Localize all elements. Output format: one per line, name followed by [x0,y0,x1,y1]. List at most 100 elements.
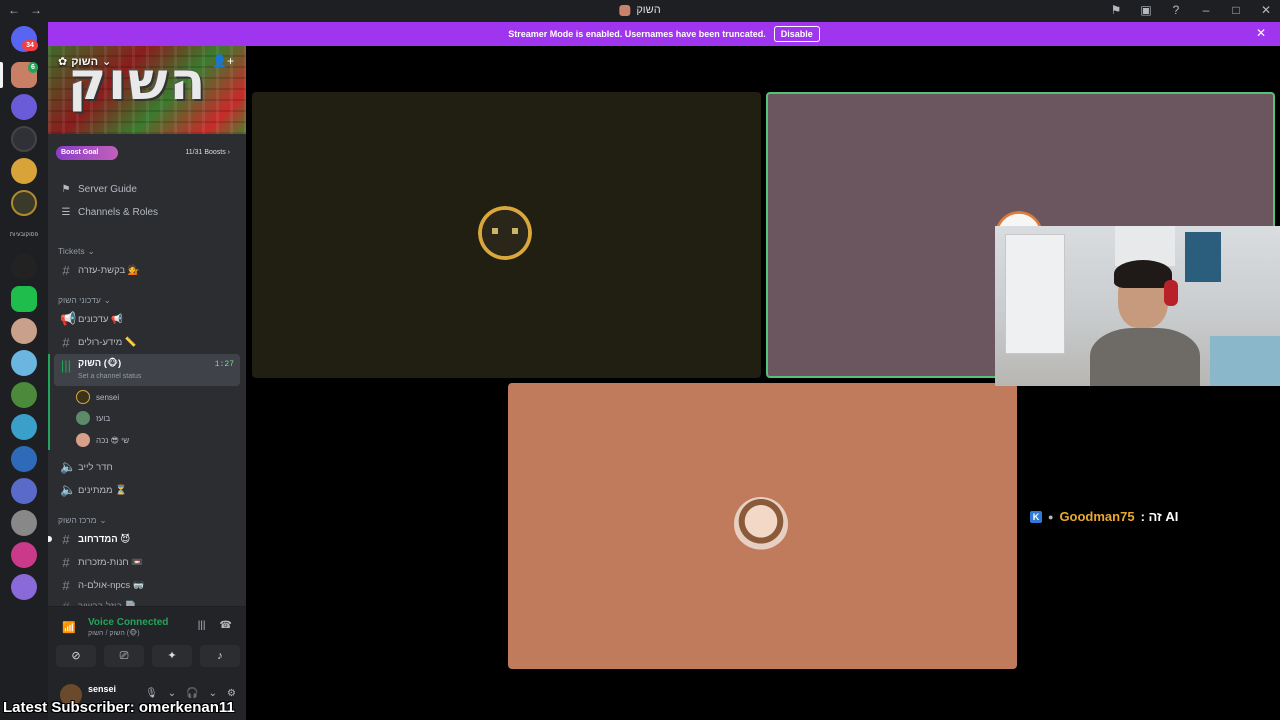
banner-close-icon[interactable]: ✕ [1256,26,1266,40]
streamer-mode-banner: Streamer Mode is enabled. Usernames have… [48,22,1280,46]
category-tickets[interactable]: Tickets ⌄ [58,246,95,257]
unread-indicator [48,536,52,542]
server-icon[interactable] [11,478,37,504]
boost-count: 11/31 Boosts › [185,149,230,156]
avatar [734,497,788,551]
soundboard-icon[interactable]: ♪ [200,645,240,667]
server-icon[interactable] [11,574,37,600]
minimize-icon[interactable]: – [1198,3,1214,17]
category-center[interactable]: מרכז השוק ⌄ [58,515,107,526]
server-icon[interactable] [11,126,37,152]
invite-icon[interactable]: 👤+ [212,54,234,68]
headphones-icon[interactable]: 🎧 [186,688,198,699]
signal-icon[interactable]: 📶 [62,621,76,634]
server-icon[interactable] [11,510,37,536]
category-updates[interactable]: עדכוני השוק ⌄ [58,295,111,306]
banner-message: Streamer Mode is enabled. Usernames have… [508,29,766,39]
voice-user-name: שי 😎 נכה [96,435,130,445]
server-banner[interactable]: השוק ✿ השוק ⌄ 👤+ [48,46,246,134]
window-title-text: השוק [636,4,661,16]
voice-actions: ⊘ ⎚ ✦ ♪ [56,645,240,667]
voice-connected-title[interactable]: Voice Connected [88,617,168,628]
server-icon[interactable] [11,542,37,568]
server-icon[interactable] [11,190,37,216]
boost-goal[interactable]: Boost Goal 11/31 Boosts › [56,146,238,160]
back-arrow-icon[interactable]: ← [8,3,20,17]
username[interactable]: sensei [88,684,116,694]
noise-suppression-icon[interactable]: ||| [198,620,206,631]
voice-user[interactable]: שי 😎 נכה [76,431,129,449]
voice-user[interactable]: בועז [76,409,110,427]
server-icon[interactable] [11,350,37,376]
server-icon[interactable] [11,158,37,184]
chevron-down-icon[interactable]: ⌄ [168,688,176,699]
avatar [478,206,532,260]
server-icon[interactable] [11,94,37,120]
voice-connection-panel: 📶 Voice Connected השוק / השוק (🐵) ||| ☎ … [48,606,246,678]
signpost-icon: ⚑ [61,183,71,195]
channel-live[interactable]: 🔈 חדר לייב [54,457,240,477]
channel-label: בקשת-עזרה 💁 [78,264,140,276]
server-icon[interactable] [11,414,37,440]
voice-tile-user[interactable] [252,92,761,378]
hash-icon: # [62,334,70,350]
window-controls: ⚑ ▣ ? – □ ✕ [1108,3,1274,17]
megaphone-icon: 📢 [60,311,77,326]
server-icon[interactable] [11,318,37,344]
boost-count-text: 11/31 Boosts [185,149,226,156]
channel-waiting[interactable]: 🔈 ממתינים ⏳ [54,480,240,500]
chat-message: : זה AI [1140,509,1179,524]
platform-icon: K [1030,510,1042,523]
voice-channel-active[interactable]: ||| השוק (🐵) 1:27 Set a channel status [54,354,240,386]
channel-roles[interactable]: # מידע-רולים 📏 [54,332,240,352]
server-icon[interactable] [11,254,37,280]
chevron-down-icon: ⌄ [87,246,95,256]
microphone-icon[interactable]: 🎙 [145,688,158,699]
screen-share-icon[interactable]: ⎚ [104,645,144,667]
chevron-down-icon[interactable]: ⌄ [209,688,217,699]
streamer-body [1090,328,1200,386]
inbox-icon[interactable]: ▣ [1138,3,1154,17]
channel-label: השוק (🐵) [78,358,122,369]
disconnect-icon[interactable]: ☎ [220,620,232,631]
latest-subscriber-overlay: Latest Subscriber: omerkenan11 [3,699,235,716]
server-icon[interactable] [11,286,37,312]
channel-status[interactable]: Set a channel status [78,373,141,380]
background-door [1005,234,1065,354]
disable-button[interactable]: Disable [773,26,820,42]
voice-user[interactable]: sensei [76,388,119,406]
forward-arrow-icon[interactable]: → [30,3,42,17]
user-controls: 🎙 ⌄ 🎧 ⌄ ⚙ [145,688,236,699]
voice-connected-subtitle[interactable]: השוק / השוק (🐵) [88,629,140,637]
hash-icon: # [62,577,70,593]
close-icon[interactable]: ✕ [1258,3,1274,17]
voice-panel-icons: ||| ☎ [198,620,232,631]
server-folder-label: פסוקובעיות [9,232,39,238]
flag-icon[interactable]: ⚑ [1108,3,1124,17]
server-icon[interactable] [11,446,37,472]
server-name[interactable]: ✿ השוק ⌄ [58,55,111,69]
server-guide-link[interactable]: ⚑ Server Guide [60,179,137,199]
chat-username: Goodman75 [1059,509,1135,524]
activities-icon[interactable]: ✦ [152,645,192,667]
dm-badge: 34 [22,40,38,51]
channel-label: מידע-רולים 📏 [78,336,137,348]
gear-icon[interactable]: ⚙ [227,688,236,699]
channel-guide[interactable]: # המדרחוב 😈 [54,529,240,549]
channel-label: המדרחוב 😈 [78,533,131,545]
help-icon[interactable]: ? [1168,3,1184,17]
hash-icon: # [62,554,70,570]
channel-label: עדכונים 📢 [78,313,123,325]
channel-store[interactable]: # חנות-מזכרות 📼 [54,552,240,572]
server-icon[interactable] [11,382,37,408]
server-badge-icon: ✿ [58,56,68,68]
category-label: Tickets [58,246,85,256]
channel-npcs[interactable]: # אולם-ה-npcs 🥽 [54,575,240,595]
voice-tile-user[interactable] [508,383,1017,669]
channel-updates[interactable]: 📢 עדכונים 📢 [54,309,240,329]
camera-off-icon[interactable]: ⊘ [56,645,96,667]
maximize-icon[interactable]: □ [1228,3,1244,17]
speaker-icon: 🔈 [60,482,77,497]
channels-roles-link[interactable]: ☰ Channels & Roles [60,202,159,222]
channel-help[interactable]: # בקשת-עזרה 💁 [54,260,240,280]
